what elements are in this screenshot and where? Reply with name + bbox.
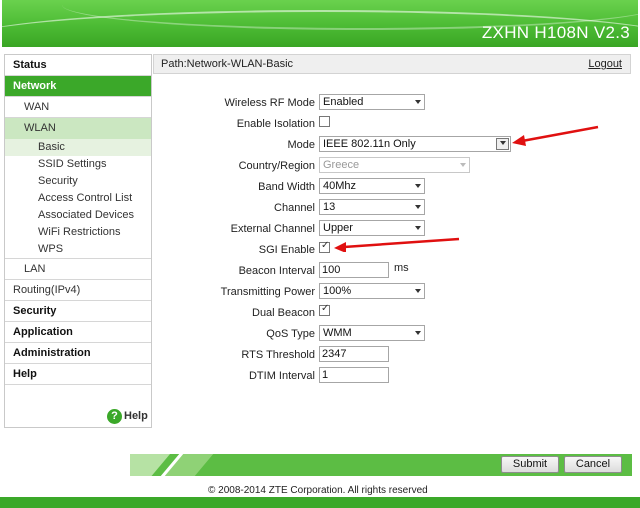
row-channel: Channel 13	[153, 198, 633, 219]
cancel-button[interactable]: Cancel	[564, 456, 622, 473]
row-band-width: Band Width 40Mhz	[153, 177, 633, 198]
external-channel-value: Upper	[323, 222, 353, 234]
row-dtim-interval: DTIM Interval 1	[153, 366, 633, 387]
row-qos-type: QoS Type WMM	[153, 324, 633, 345]
wireless-rf-mode-select[interactable]: Enabled	[319, 94, 425, 110]
row-transmitting-power: Transmitting Power 100%	[153, 282, 633, 303]
channel-label: Channel	[274, 202, 315, 214]
breadcrumb: Path:Network-WLAN-Basic	[161, 58, 294, 70]
chevron-down-icon	[415, 226, 421, 230]
country-region-select[interactable]: Greece	[319, 157, 470, 173]
product-title: ZXHN H108N V2.3	[481, 23, 630, 42]
band-width-label: Band Width	[258, 181, 315, 193]
chevron-down-icon	[500, 141, 506, 145]
channel-select[interactable]: 13	[319, 199, 425, 215]
help-link[interactable]: ? Help	[107, 407, 148, 425]
sidebar-item-ssid-settings[interactable]: SSID Settings	[5, 156, 151, 173]
external-channel-label: External Channel	[230, 223, 315, 235]
qos-type-value: WMM	[323, 327, 352, 339]
row-country-region: Country/Region Greece	[153, 156, 633, 177]
row-beacon-interval: Beacon Interval 100 ms	[153, 261, 633, 282]
qos-type-label: QoS Type	[266, 328, 315, 340]
mode-label: Mode	[287, 139, 315, 151]
sidebar-item-wifi-restrictions[interactable]: WiFi Restrictions	[5, 224, 151, 241]
chevron-down-icon	[415, 205, 421, 209]
sidebar-item-lan[interactable]: LAN	[5, 259, 151, 280]
beacon-interval-input[interactable]: 100	[319, 262, 389, 278]
band-width-select[interactable]: 40Mhz	[319, 178, 425, 194]
help-icon: ?	[107, 408, 122, 424]
transmitting-power-value: 100%	[323, 285, 352, 297]
beacon-interval-label: Beacon Interval	[238, 265, 315, 277]
red-arrow-icon	[334, 237, 460, 252]
sidebar-item-basic[interactable]: Basic	[5, 139, 151, 156]
sidebar-item-help[interactable]: Help	[5, 364, 151, 385]
sidebar-item-wan[interactable]: WAN	[5, 97, 151, 118]
channel-value: 13	[323, 201, 336, 213]
sidebar-item-status[interactable]: Status	[5, 55, 151, 76]
sgi-enable-label: SGI Enable	[258, 244, 315, 256]
sgi-enable-checkbox[interactable]	[319, 240, 330, 253]
dual-beacon-label: Dual Beacon	[252, 307, 315, 319]
dual-beacon-checkbox[interactable]	[319, 303, 330, 316]
mode-value: IEEE 802.11n Only	[323, 138, 416, 150]
chevron-down-icon	[415, 331, 421, 335]
sidebar-item-security[interactable]: Security	[5, 173, 151, 190]
qos-type-select[interactable]: WMM	[319, 325, 425, 341]
sidebar-item-wps[interactable]: WPS	[5, 241, 151, 259]
red-arrow-icon	[512, 125, 599, 146]
row-wireless-rf-mode: Wireless RF Mode Enabled	[153, 93, 633, 114]
logout-link[interactable]: Logout	[588, 58, 622, 70]
beacon-interval-unit: ms	[394, 262, 409, 274]
sidebar: Status Network WAN WLAN Basic SSID Setti…	[4, 54, 152, 428]
wireless-rf-mode-label: Wireless RF Mode	[224, 97, 315, 109]
submit-button[interactable]: Submit	[501, 456, 559, 473]
sidebar-item-network[interactable]: Network	[5, 76, 151, 97]
chevron-down-icon	[415, 184, 421, 188]
rts-threshold-input[interactable]: 2347	[319, 346, 389, 362]
sidebar-item-routing[interactable]: Routing(IPv4)	[5, 280, 151, 301]
band-width-value: 40Mhz	[323, 180, 357, 192]
beacon-interval-group: 100 ms	[319, 262, 409, 278]
dtim-interval-label: DTIM Interval	[248, 370, 315, 382]
row-rts-threshold: RTS Threshold 2347	[153, 345, 633, 366]
bottom-strip	[0, 497, 640, 508]
country-region-value: Greece	[323, 159, 360, 171]
sidebar-item-access-control-list[interactable]: Access Control List	[5, 190, 151, 207]
enable-isolation-checkbox[interactable]	[319, 116, 330, 127]
external-channel-select[interactable]: Upper	[319, 220, 425, 236]
sidebar-item-associated-devices[interactable]: Associated Devices	[5, 207, 151, 224]
row-dual-beacon: Dual Beacon	[153, 303, 633, 324]
country-region-label: Country/Region	[238, 160, 315, 172]
wireless-rf-mode-value: Enabled	[323, 96, 364, 108]
enable-isolation-label: Enable Isolation	[236, 118, 315, 130]
transmitting-power-label: Transmitting Power	[220, 286, 315, 298]
rts-threshold-label: RTS Threshold	[241, 349, 315, 361]
help-link-label: Help	[124, 410, 148, 422]
chevron-down-icon	[415, 100, 421, 104]
transmitting-power-select[interactable]: 100%	[319, 283, 425, 299]
mode-select[interactable]: IEEE 802.11n Only	[319, 136, 511, 152]
chevron-down-icon	[415, 289, 421, 293]
chevron-down-icon	[460, 163, 466, 167]
copyright-text: © 2008-2014 ZTE Corporation. All rights …	[208, 485, 428, 496]
breadcrumb-bar: Path:Network-WLAN-Basic Logout	[153, 54, 631, 74]
sidebar-item-security-top[interactable]: Security	[5, 301, 151, 322]
sidebar-item-wlan[interactable]: WLAN	[5, 118, 151, 139]
dtim-interval-input[interactable]: 1	[319, 367, 389, 383]
sidebar-item-administration[interactable]: Administration	[5, 343, 151, 364]
header-banner: ZXHN H108N V2.3	[2, 0, 638, 47]
sidebar-item-application[interactable]: Application	[5, 322, 151, 343]
